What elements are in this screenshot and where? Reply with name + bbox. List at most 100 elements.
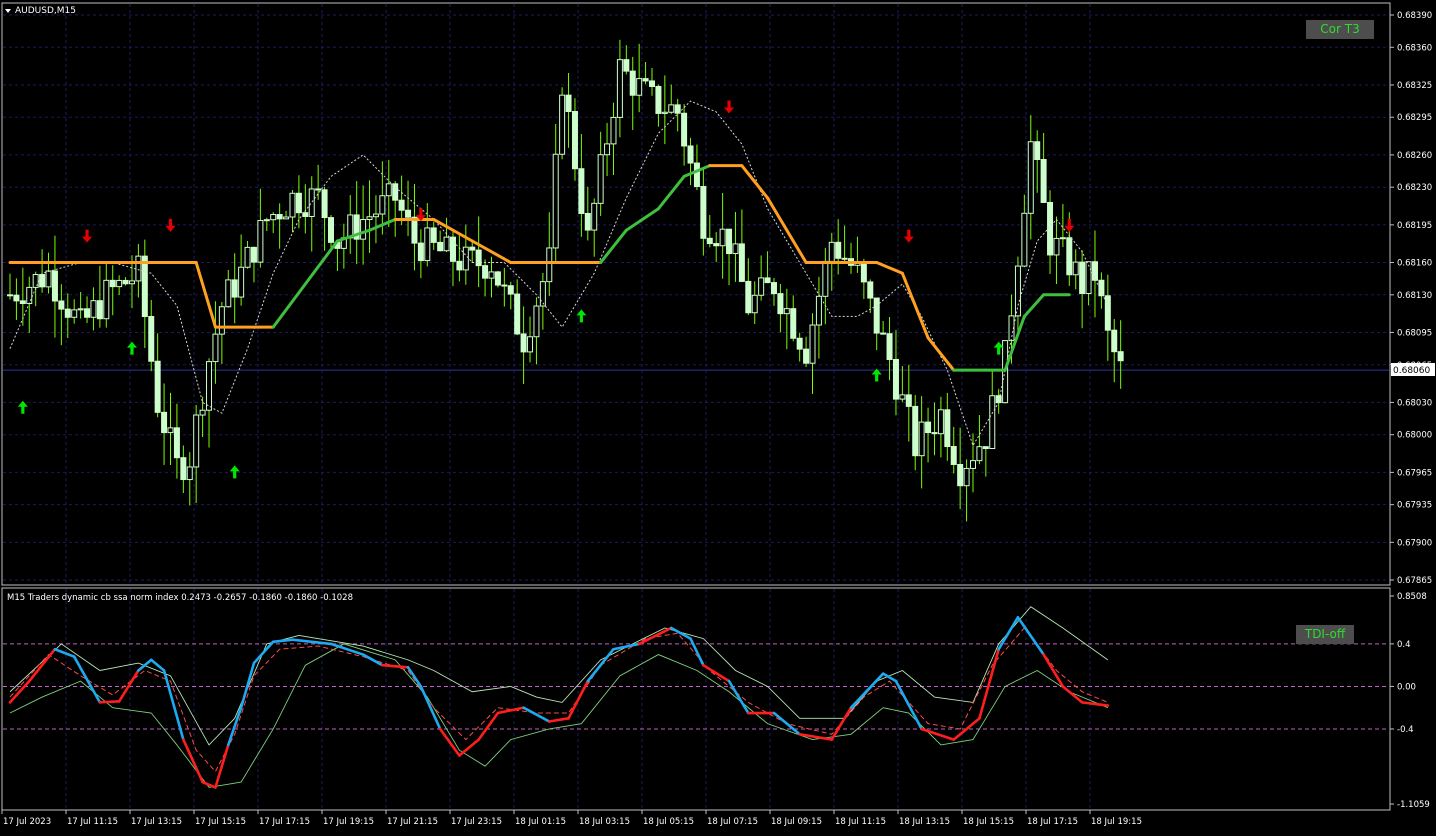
candle-body: [103, 279, 110, 320]
candle-body: [944, 409, 951, 448]
candle-body: [392, 183, 399, 201]
price-tick-label: 0.68260: [1397, 151, 1432, 161]
candle-body: [636, 78, 643, 96]
candle-body: [238, 266, 245, 298]
candle-body: [514, 293, 521, 335]
candle-body: [475, 249, 482, 267]
candle-body: [912, 405, 919, 457]
candle-body: [616, 59, 623, 118]
candle-body: [571, 110, 578, 170]
candle-body: [328, 217, 334, 243]
cor-t3-button[interactable]: Cor T3: [1306, 20, 1374, 39]
candle-body: [206, 361, 213, 411]
candle-body: [957, 463, 964, 487]
candle-body: [713, 243, 720, 247]
candle-body: [905, 394, 912, 407]
candle-body: [437, 241, 444, 252]
candle-body: [597, 154, 604, 204]
candle-body: [828, 241, 835, 262]
candle-body: [963, 467, 970, 487]
candle-body: [937, 409, 944, 435]
indicator-tick-label: 0.8508: [1397, 592, 1427, 602]
candle-body: [180, 457, 187, 481]
candle-body: [366, 216, 373, 221]
time-tick-label: 18 Jul 01:15: [515, 817, 566, 827]
candle-body: [212, 333, 219, 363]
candle-body: [764, 277, 771, 284]
candle-body: [931, 432, 938, 435]
candle-body: [867, 281, 874, 299]
tdi-main-segment: [98, 700, 121, 704]
indicator-tick-label: 0.00: [1397, 682, 1416, 692]
candle-body: [186, 466, 193, 481]
time-tick-label: 17 Jul 13:15: [131, 817, 182, 827]
candle-body: [693, 162, 700, 188]
candle-body: [225, 279, 232, 308]
candle-body: [584, 212, 591, 231]
candle-body: [193, 414, 200, 468]
candle-body: [19, 300, 26, 305]
candle-body: [796, 337, 803, 350]
candle-body: [918, 421, 925, 457]
candle-body: [1040, 159, 1047, 203]
candle-body: [1079, 261, 1086, 294]
candle-body: [385, 183, 392, 197]
trading-terminal: 0.68390 0.68360 0.68325 0.68295 0.68260 0.682…: [0, 0, 1436, 832]
candle-body: [122, 279, 129, 285]
candle-body: [173, 427, 180, 459]
candle-body: [719, 228, 726, 247]
title-bar[interactable]: AUDUSD,M15: [5, 6, 76, 16]
candle-body: [546, 247, 553, 283]
tdi-off-button[interactable]: TDI-off: [1296, 625, 1354, 644]
candle-body: [154, 360, 161, 413]
indicator-title: M15 Traders dynamic cb ssa norm index 0.…: [7, 593, 353, 603]
candle-body: [892, 358, 899, 400]
current-price-text: 0.68060: [1393, 366, 1430, 376]
candle-body: [231, 279, 238, 298]
candle-body: [430, 227, 437, 243]
candle-body: [507, 285, 514, 295]
candle-body: [1034, 141, 1041, 161]
candle-body: [1059, 237, 1066, 240]
candle-body: [276, 214, 283, 220]
candle-body: [1027, 141, 1034, 214]
candle-body: [308, 188, 315, 217]
candle-body: [738, 243, 745, 282]
price-tick-label: 0.68195: [1397, 221, 1432, 231]
candle-body: [777, 293, 784, 315]
candle-body: [527, 336, 534, 353]
time-tick-label: 18 Jul 05:15: [643, 817, 694, 827]
candle-body: [411, 216, 418, 244]
candle-body: [244, 246, 251, 268]
time-tick-label: 17 Jul 17:15: [259, 817, 310, 827]
candle-body: [13, 294, 20, 302]
candle-body: [135, 255, 142, 282]
candle-body: [552, 153, 559, 249]
price-tick-label: 0.68230: [1397, 183, 1432, 193]
candle-body: [283, 216, 290, 220]
candle-body: [161, 411, 168, 434]
time-tick-label: 17 Jul 23:15: [451, 817, 502, 827]
candle-body: [1085, 261, 1092, 294]
candle-body: [899, 394, 906, 400]
price-tick-label: 0.68325: [1397, 81, 1432, 91]
candle-body: [199, 409, 206, 416]
price-tick-label: 0.68095: [1397, 328, 1432, 338]
candle-body: [148, 315, 155, 362]
candle-body: [64, 308, 71, 318]
candle-body: [726, 228, 733, 255]
candle-body: [642, 78, 649, 82]
current-price-label: 0.68060: [1391, 363, 1435, 376]
price-tick-label: 0.68160: [1397, 259, 1432, 269]
candle-body: [26, 286, 33, 305]
candle-body: [315, 188, 322, 191]
time-tick-label: 17 Jul 19:15: [323, 817, 374, 827]
candle-body: [1014, 265, 1021, 317]
candle-body: [591, 202, 598, 231]
candle-body: [96, 300, 103, 320]
candle-body: [128, 280, 135, 285]
candle-body: [925, 421, 932, 434]
price-tick-label: 0.67865: [1397, 576, 1432, 586]
candle-body: [501, 284, 508, 287]
candle-body: [360, 219, 367, 240]
